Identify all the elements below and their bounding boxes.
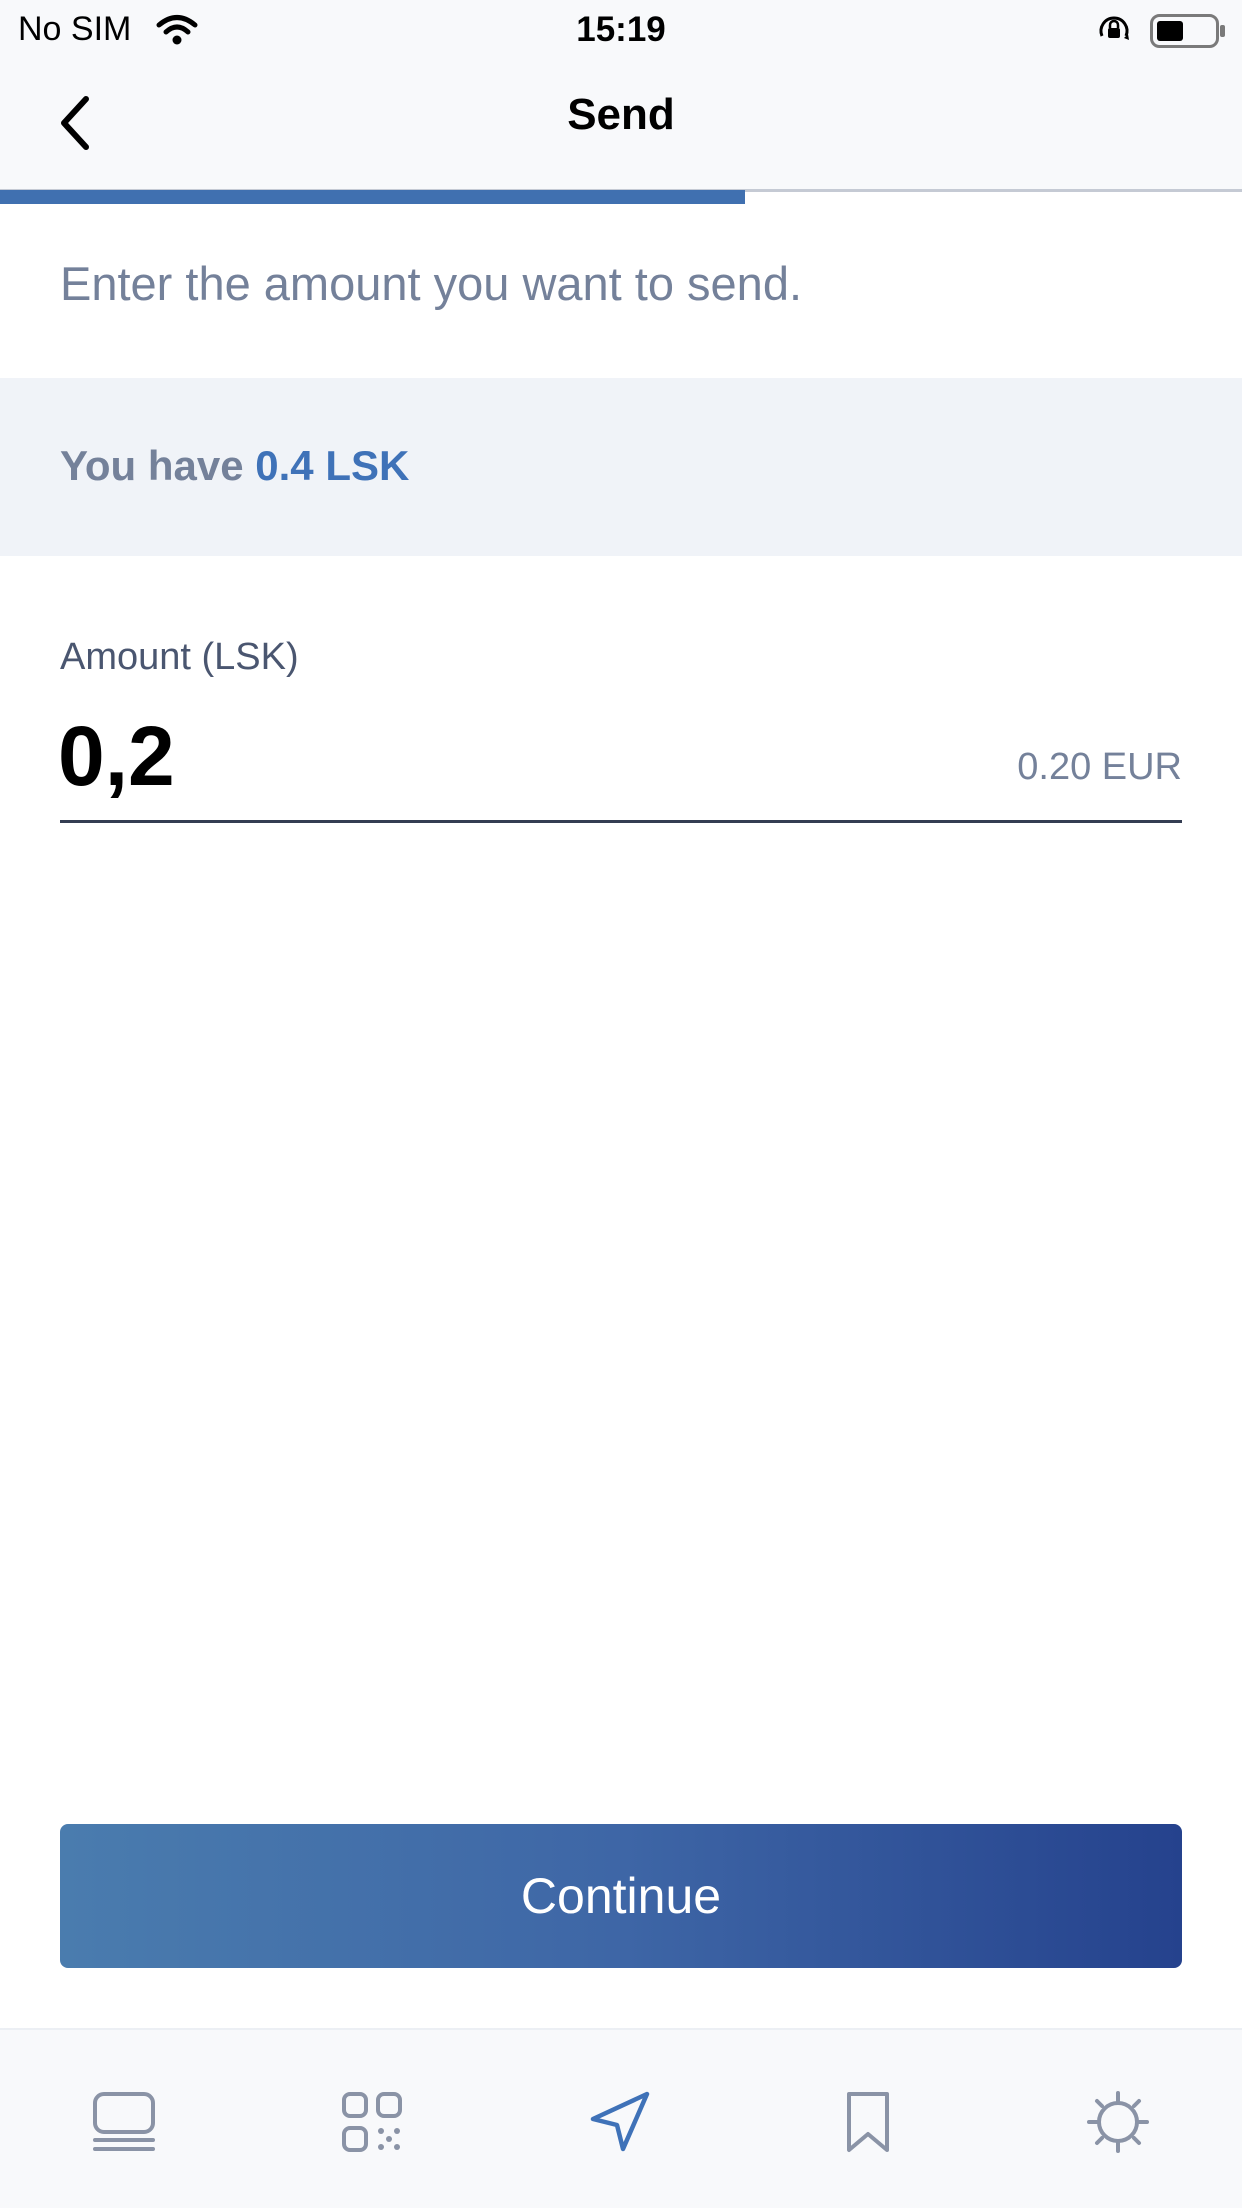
settings-icon <box>1087 2091 1149 2153</box>
status-time: 15:19 <box>576 10 666 49</box>
amount-label: Amount (LSK) <box>60 636 299 678</box>
continue-label: Continue <box>520 1868 722 1924</box>
balance-prefix: You have <box>60 442 256 489</box>
page-title: Send <box>567 90 675 139</box>
amount-input[interactable]: 0,2 <box>58 708 175 805</box>
tab-bookmarks[interactable] <box>828 2082 908 2162</box>
tab-home[interactable] <box>84 2082 164 2162</box>
continue-button[interactable]: Continue <box>60 1824 1182 1968</box>
progress-bar <box>0 190 745 204</box>
tab-send[interactable] <box>580 2082 660 2162</box>
fiat-conversion: 0.20 EUR <box>1017 746 1182 788</box>
battery-icon <box>1150 14 1226 53</box>
status-bar: No SIM 15:19 <box>0 0 1242 62</box>
balance-banner: You have 0.4 LSK <box>0 378 1242 556</box>
navigation-bar: Send <box>0 62 1242 190</box>
balance-value: 0.4 LSK <box>255 442 410 489</box>
bookmark-icon <box>847 2092 889 2152</box>
balance-text: You have 0.4 LSK <box>60 442 409 490</box>
instruction-text: Enter the amount you want to send. <box>60 257 803 310</box>
orientation-lock-icon <box>1096 12 1132 53</box>
tab-request[interactable] <box>332 2082 412 2162</box>
tab-settings[interactable] <box>1078 2082 1158 2162</box>
send-icon <box>590 2091 650 2152</box>
amount-underline <box>60 820 1182 823</box>
wallet-icon <box>93 2092 155 2151</box>
tab-bar <box>0 2028 1242 2208</box>
qr-code-icon <box>342 2092 402 2152</box>
